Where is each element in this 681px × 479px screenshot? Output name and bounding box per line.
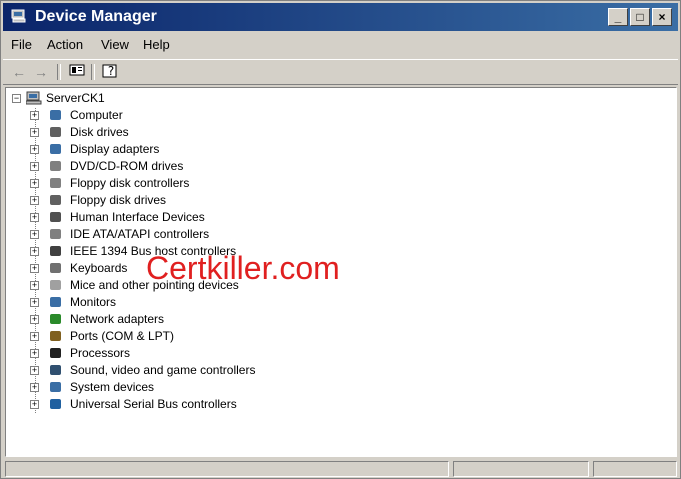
expand-icon[interactable]: + xyxy=(30,213,39,222)
keyboard-icon xyxy=(50,263,61,273)
tree-item[interactable]: + Display adapters xyxy=(30,141,290,158)
processor-icon xyxy=(50,348,61,358)
computer-icon xyxy=(50,110,61,120)
tree-item-label: Human Interface Devices xyxy=(70,210,205,224)
device-tree-pane[interactable]: − ServerCK1 + Computer + Disk drives + Displa… xyxy=(5,87,677,457)
tree-item[interactable]: + Computer xyxy=(30,107,290,124)
back-icon[interactable]: ← xyxy=(9,63,29,81)
tree-item-label: System devices xyxy=(70,380,155,394)
toolbar: ← → ? xyxy=(3,59,678,85)
tree-item[interactable]: + System devices xyxy=(30,379,290,396)
sound-icon xyxy=(50,365,61,375)
tree-item[interactable]: + DVD/CD-ROM drives xyxy=(30,158,290,175)
tree-item-label: Computer xyxy=(70,108,123,122)
tree-item-label: Floppy disk drives xyxy=(70,193,167,207)
tree-item-label: Ports (COM & LPT) xyxy=(70,329,175,343)
tree-item[interactable]: + Ports (COM & LPT) xyxy=(30,328,290,345)
tree-item-label: Network adapters xyxy=(70,312,165,326)
dvd-drive-icon xyxy=(50,161,61,171)
tree-item[interactable]: + Network adapters xyxy=(30,311,290,328)
tree-item[interactable]: + IDE ATA/ATAPI controllers xyxy=(30,226,290,243)
tree-item-label: Monitors xyxy=(70,295,117,309)
tree-root[interactable]: − ServerCK1 xyxy=(12,90,212,107)
watermark: Certkiller.com xyxy=(146,250,340,286)
svg-text:?: ? xyxy=(108,64,114,78)
menu-file[interactable]: File xyxy=(11,37,32,52)
usb-icon xyxy=(50,399,61,409)
expand-icon[interactable]: + xyxy=(30,400,39,409)
mouse-icon xyxy=(50,280,61,290)
tree-item[interactable]: + Floppy disk drives xyxy=(30,192,290,209)
tree-item-label: Disk drives xyxy=(70,125,129,139)
expand-icon[interactable]: + xyxy=(30,145,39,154)
ide-controller-icon xyxy=(50,229,61,239)
status-panel xyxy=(453,461,589,477)
toolbar-separator xyxy=(57,64,61,80)
expand-icon[interactable]: + xyxy=(30,196,39,205)
expand-icon[interactable]: + xyxy=(30,298,39,307)
tree-item-label: Sound, video and game controllers xyxy=(70,363,256,377)
tree-item-label: DVD/CD-ROM drives xyxy=(70,159,184,173)
tree-item-label: Universal Serial Bus controllers xyxy=(70,397,237,411)
toolbar-separator xyxy=(91,64,95,80)
device-manager-window: Device Manager _ □ × File Action View He… xyxy=(0,0,681,479)
properties-icon[interactable] xyxy=(67,63,87,81)
expand-icon[interactable]: + xyxy=(30,349,39,358)
status-panel xyxy=(593,461,677,477)
tree-item-label: Keyboards xyxy=(70,261,128,275)
status-bar xyxy=(3,461,678,478)
tree-item-label: Processors xyxy=(70,346,131,360)
tree-item[interactable]: + Processors xyxy=(30,345,290,362)
window-title: Device Manager xyxy=(35,8,157,25)
expand-icon[interactable]: + xyxy=(30,366,39,375)
display-adapter-icon xyxy=(50,144,61,154)
maximize-button[interactable]: □ xyxy=(630,8,650,26)
collapse-icon[interactable]: − xyxy=(12,94,21,103)
server-icon xyxy=(26,91,42,105)
expand-icon[interactable]: + xyxy=(30,332,39,341)
disk-drive-icon xyxy=(50,127,61,137)
expand-icon[interactable]: + xyxy=(30,247,39,256)
expand-icon[interactable]: + xyxy=(30,383,39,392)
close-button[interactable]: × xyxy=(652,8,672,26)
system-device-icon xyxy=(50,382,61,392)
expand-icon[interactable]: + xyxy=(30,281,39,290)
expand-icon[interactable]: + xyxy=(30,315,39,324)
tree-item[interactable]: + Human Interface Devices xyxy=(30,209,290,226)
monitor-icon xyxy=(50,297,61,307)
tree-item[interactable]: + Universal Serial Bus controllers xyxy=(30,396,290,413)
tree-item[interactable]: + Floppy disk controllers xyxy=(30,175,290,192)
menu-action[interactable]: Action xyxy=(47,37,83,52)
minimize-button[interactable]: _ xyxy=(608,8,628,26)
floppy-drive-icon xyxy=(50,195,61,205)
tree-item[interactable]: + Disk drives xyxy=(30,124,290,141)
ieee1394-icon xyxy=(50,246,61,256)
expand-icon[interactable]: + xyxy=(30,128,39,137)
tree-item[interactable]: + Sound, video and game controllers xyxy=(30,362,290,379)
expand-icon[interactable]: + xyxy=(30,162,39,171)
tree-item-label: Display adapters xyxy=(70,142,160,156)
menu-bar: File Action View Help xyxy=(3,33,678,57)
floppy-controller-icon xyxy=(50,178,61,188)
expand-icon[interactable]: + xyxy=(30,111,39,120)
tree-item-label: IDE ATA/ATAPI controllers xyxy=(70,227,210,241)
network-adapter-icon xyxy=(50,314,61,324)
expand-icon[interactable]: + xyxy=(30,264,39,273)
device-manager-icon xyxy=(11,9,26,23)
tree-item-label: Floppy disk controllers xyxy=(70,176,190,190)
status-panel xyxy=(5,461,449,477)
expand-icon[interactable]: + xyxy=(30,179,39,188)
hid-icon xyxy=(50,212,61,222)
title-bar[interactable]: Device Manager _ □ × xyxy=(3,3,678,31)
expand-icon[interactable]: + xyxy=(30,230,39,239)
port-icon xyxy=(50,331,61,341)
menu-view[interactable]: View xyxy=(101,37,129,52)
tree-root-label: ServerCK1 xyxy=(46,91,105,105)
forward-icon[interactable]: → xyxy=(31,63,51,81)
tree-item[interactable]: + Monitors xyxy=(30,294,290,311)
help-icon[interactable]: ? xyxy=(101,63,121,81)
menu-help[interactable]: Help xyxy=(143,37,170,52)
